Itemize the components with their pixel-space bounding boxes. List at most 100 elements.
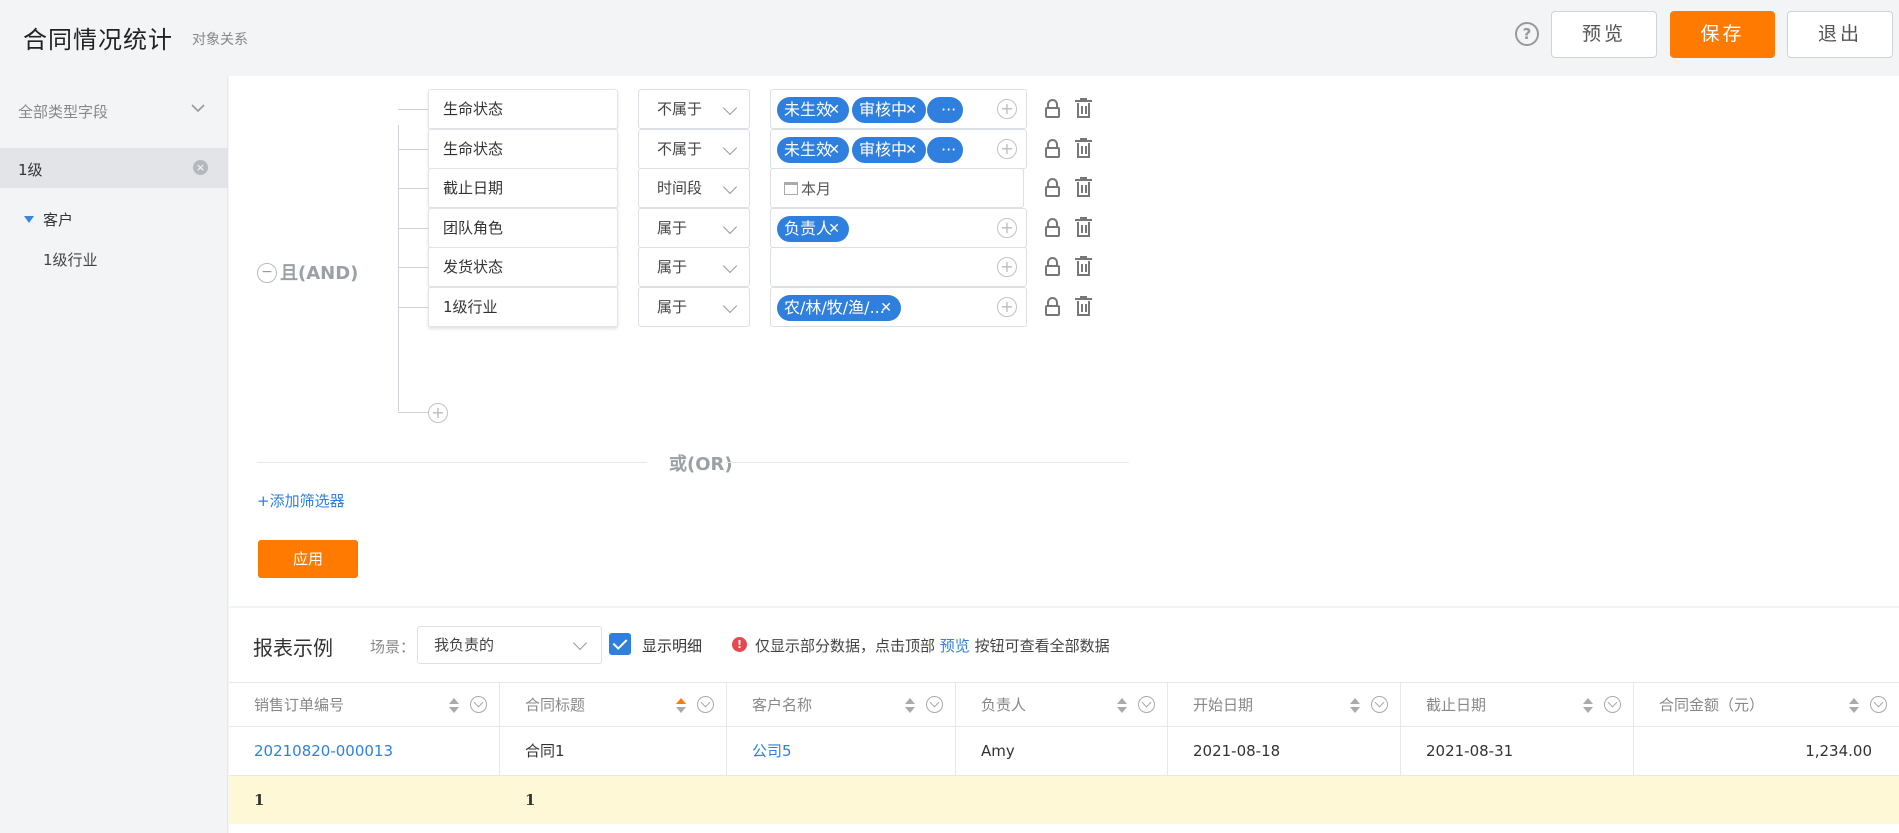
remove-tag-icon[interactable]: ✕	[828, 216, 840, 242]
tag-label: 农/林/牧/渔/...	[784, 298, 885, 317]
add-value-icon[interactable]: +	[997, 218, 1017, 238]
field-type-dropdown-label[interactable]: 全部类型字段	[18, 101, 108, 122]
column-header[interactable]: 负责人	[956, 683, 1168, 727]
help-icon[interactable]: ?	[1515, 22, 1539, 46]
delete-icon[interactable]	[1075, 296, 1092, 316]
column-header-label: 合同标题	[525, 696, 586, 714]
table-cell: 2021-08-31	[1401, 727, 1634, 775]
preview-button[interactable]: 预览	[1551, 11, 1657, 58]
filter-value-input[interactable]: 负责人 ✕ +	[770, 208, 1027, 248]
caret-down-icon[interactable]	[24, 216, 34, 223]
filter-tag[interactable]: 审核中 ✕	[852, 137, 926, 163]
table-cell[interactable]: 公司5	[727, 727, 956, 775]
exit-button[interactable]: 退出	[1787, 11, 1893, 58]
sort-icon[interactable]	[1583, 698, 1593, 714]
column-header[interactable]: 销售订单编号	[229, 683, 500, 727]
add-value-icon[interactable]: +	[997, 139, 1017, 159]
filter-field[interactable]: 截止日期	[428, 168, 618, 208]
remove-tag-icon[interactable]: ✕	[828, 97, 840, 123]
filter-tag[interactable]: 未生效 ✕	[777, 97, 849, 123]
column-header[interactable]: 截止日期	[1401, 683, 1634, 727]
delete-icon[interactable]	[1075, 256, 1092, 276]
delete-icon[interactable]	[1075, 138, 1092, 158]
filter-tag[interactable]: 审核中 ✕	[852, 97, 926, 123]
table-cell[interactable]: 20210820-000013	[229, 727, 500, 775]
level-selector[interactable]: 1级 ×	[0, 148, 228, 188]
notice-preview-link[interactable]: 预览	[940, 637, 970, 655]
column-header-label: 客户名称	[752, 696, 813, 714]
filter-value-input[interactable]: 农/林/牧/渔/... ✕ +	[770, 287, 1027, 327]
filter-tag[interactable]: 负责人 ✕	[777, 216, 849, 242]
filter-operator-select[interactable]: 属于	[638, 208, 750, 248]
filter-value-input[interactable]: 本月	[770, 168, 1024, 208]
filter-operator-select[interactable]: 属于	[638, 287, 750, 327]
delete-icon[interactable]	[1075, 98, 1092, 118]
filter-operator-label: 不属于	[657, 100, 703, 118]
sort-icon[interactable]	[1849, 698, 1859, 714]
chevron-down-icon	[722, 179, 738, 195]
add-value-icon[interactable]: +	[997, 297, 1017, 317]
tree-item-industry[interactable]: 1级行业	[43, 249, 98, 270]
filter-field[interactable]: 发货状态	[428, 247, 618, 287]
add-value-icon[interactable]: +	[997, 99, 1017, 119]
filter-operator-select[interactable]: 不属于	[638, 129, 750, 169]
unlock-icon[interactable]	[1045, 297, 1060, 316]
chevron-down-icon[interactable]	[190, 100, 206, 116]
remove-tag-icon[interactable]: ✕	[828, 137, 840, 163]
table-row: 20210820-000013 合同1 公司5 Amy 2021-08-18 2021-0…	[229, 727, 1899, 776]
filter-operator-select[interactable]: 不属于	[638, 89, 750, 129]
chevron-down-icon	[722, 140, 738, 156]
unlock-icon[interactable]	[1045, 139, 1060, 158]
delete-icon[interactable]	[1075, 217, 1092, 237]
tree-item-customer[interactable]: 客户	[43, 209, 73, 230]
column-header-label: 销售订单编号	[254, 696, 345, 714]
column-filter-icon[interactable]	[1604, 696, 1621, 713]
column-header[interactable]: 开始日期	[1168, 683, 1401, 727]
filter-field[interactable]: 1级行业	[428, 287, 618, 327]
add-value-icon[interactable]: +	[997, 257, 1017, 277]
unlock-icon[interactable]	[1045, 218, 1060, 237]
remove-tag-icon[interactable]: ✕	[905, 137, 917, 163]
filter-tag[interactable]: 未生效 ✕	[777, 137, 849, 163]
save-button[interactable]: 保存	[1670, 11, 1775, 58]
more-tags-chip[interactable]: ···	[927, 137, 963, 163]
filter-field[interactable]: 生命状态	[428, 89, 618, 129]
remove-tag-icon[interactable]: ✕	[905, 97, 917, 123]
sort-icon[interactable]	[449, 698, 459, 714]
delete-icon[interactable]	[1075, 177, 1092, 197]
column-header[interactable]: 客户名称	[727, 683, 956, 727]
sort-icon[interactable]	[905, 698, 915, 714]
filter-field[interactable]: 生命状态	[428, 129, 618, 169]
filter-value-input[interactable]: 未生效 ✕ 审核中 ✕ ··· +	[770, 129, 1027, 169]
filter-field[interactable]: 团队角色	[428, 208, 618, 248]
column-filter-icon[interactable]	[1138, 696, 1155, 713]
show-detail-checkbox[interactable]	[609, 633, 631, 655]
clear-icon[interactable]: ×	[193, 160, 208, 175]
column-filter-icon[interactable]	[470, 696, 487, 713]
column-filter-icon[interactable]	[1371, 696, 1388, 713]
filter-value-input[interactable]: 未生效 ✕ 审核中 ✕ ··· +	[770, 89, 1027, 129]
unlock-icon[interactable]	[1045, 99, 1060, 118]
column-filter-icon[interactable]	[1870, 696, 1887, 713]
show-detail-label: 显示明细	[642, 637, 703, 655]
add-condition-icon[interactable]: +	[428, 403, 448, 423]
column-filter-icon[interactable]	[697, 696, 714, 713]
remove-tag-icon[interactable]: ✕	[880, 295, 892, 321]
add-filter-link[interactable]: +添加筛选器	[257, 490, 345, 511]
filter-tag[interactable]: 农/林/牧/渔/... ✕	[777, 295, 901, 321]
sort-icon[interactable]	[676, 698, 686, 714]
apply-button[interactable]: 应用	[258, 540, 358, 578]
unlock-icon[interactable]	[1045, 257, 1060, 276]
column-filter-icon[interactable]	[926, 696, 943, 713]
more-tags-chip[interactable]: ···	[927, 97, 963, 123]
scene-select[interactable]: 我负责的	[417, 626, 602, 664]
sort-icon[interactable]	[1117, 698, 1127, 714]
unlock-icon[interactable]	[1045, 178, 1060, 197]
filter-operator-select[interactable]: 时间段	[638, 168, 750, 208]
sort-icon[interactable]	[1350, 698, 1360, 714]
column-header[interactable]: 合同金额（元）	[1634, 683, 1899, 727]
filter-row: 发货状态 属于 +	[229, 247, 1899, 289]
filter-operator-select[interactable]: 属于	[638, 247, 750, 287]
column-header[interactable]: 合同标题	[500, 683, 727, 727]
filter-value-input[interactable]: +	[770, 247, 1027, 287]
